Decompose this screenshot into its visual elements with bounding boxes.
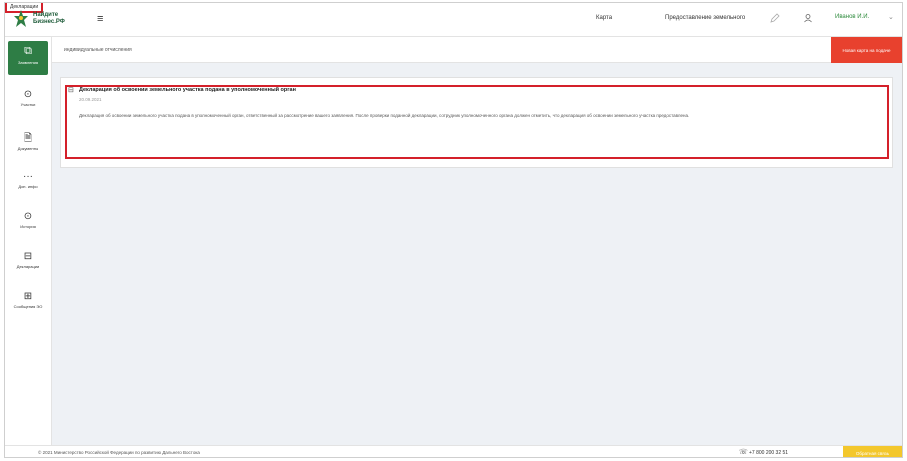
phone-icon: ☏ [739,449,748,456]
more-icon: ··· [23,171,33,182]
sidebar-item-more-info[interactable]: ··· Доп. инфо [5,171,51,189]
chevron-down-icon[interactable]: ⌄ [888,13,894,21]
user-icon[interactable] [803,13,813,25]
user-name[interactable]: Иванов И.И. [835,14,869,20]
logo-line-2: Бизнес.РФ [33,19,65,25]
nav-plots-link[interactable]: Предоставление земельного [665,15,745,21]
plots-icon: ⊙ [23,89,33,100]
logo-line-1: Найдите [33,12,59,18]
sidebar: ⧉ Заявления ⊙ Участки 🗎 Документы ··· До… [5,37,52,445]
sidebar-item-declarations[interactable]: ⊟ Декларации [5,251,51,269]
support-phone[interactable]: +7 800 200 32 51 [749,450,788,456]
sidebar-item-history[interactable]: ⊙ История [5,211,51,229]
logo-icon [13,9,29,29]
sidebar-item-label: История [20,224,36,229]
highlight-frame [65,85,889,159]
logo[interactable]: Найдите Бизнес.РФ [13,9,65,29]
applications-icon: ⧉ [24,45,32,57]
history-icon: ⊙ [23,211,33,222]
sidebar-item-label: Доп. инфо [18,184,38,189]
messages-icon: ⊞ [23,291,33,302]
feedback-label: Обратная связь [855,450,890,456]
feedback-button[interactable]: Обратная связь [843,446,902,457]
nav-maps-link[interactable]: Карта [596,15,612,21]
app-window: Найдите Бизнес.РФ ≡ Карта Декларации Пре… [4,2,903,458]
copyright-text: © 2021 Министерство Российской Федерации… [38,450,200,455]
footer: © 2021 Министерство Российской Федерации… [5,445,902,457]
sidebar-item-messages[interactable]: ⊞ Сообщения ЭО [5,291,51,309]
sidebar-item-label: Сообщения ЭО [13,304,43,309]
edit-icon[interactable] [770,13,780,25]
top-header: Найдите Бизнес.РФ ≡ Карта Декларации Пре… [5,3,902,37]
sidebar-item-label: Документы [17,146,39,151]
sidebar-item-label: Декларации [16,264,40,269]
sidebar-item-applications[interactable]: ⧉ Заявления [8,41,48,75]
documents-icon: 🗎 [23,133,33,144]
sub-header: индивидуальные отчисления Новая карта на… [52,37,902,63]
sidebar-item-label: Участки [20,102,36,107]
new-card-button[interactable]: Новая карта на подаче [831,37,902,63]
sidebar-item-documents[interactable]: 🗎 Документы [5,133,51,151]
breadcrumb: индивидуальные отчисления [64,47,132,53]
menu-icon[interactable]: ≡ [97,14,103,25]
main-content: ⊟ Декларация об освоении земельного учас… [52,63,902,445]
declarations-icon: ⊟ [23,251,33,262]
sidebar-item-plots[interactable]: ⊙ Участки [5,89,51,107]
sidebar-item-label: Заявления [17,60,38,65]
